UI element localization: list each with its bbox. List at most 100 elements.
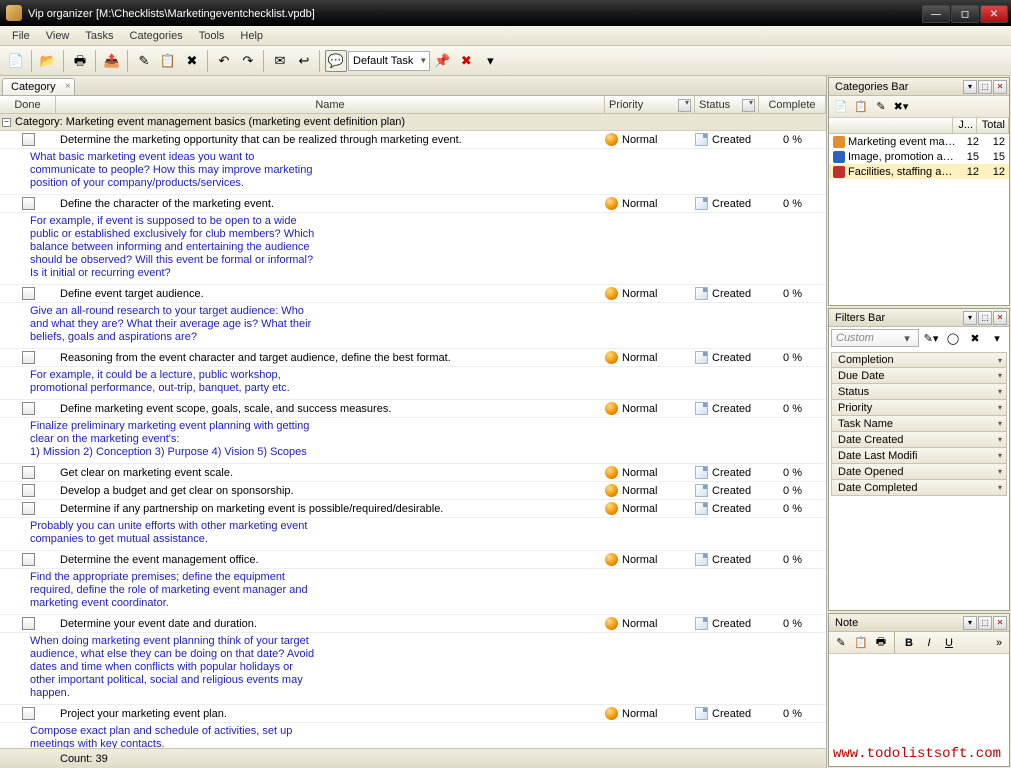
priority-icon (605, 707, 618, 720)
panel-close-button[interactable]: ✕ (993, 311, 1007, 325)
done-checkbox[interactable] (22, 553, 35, 566)
toolbar-export[interactable]: 📤 (101, 50, 123, 72)
filter-row[interactable]: Date Last Modifi (831, 448, 1007, 464)
toolbar-task-combo[interactable]: Default Task (348, 51, 430, 71)
column-name[interactable]: Name (56, 96, 605, 113)
menu-categories[interactable]: Categories (122, 28, 191, 44)
cat-new-button[interactable]: 📄 (832, 98, 850, 116)
category-row[interactable]: −Category: Marketing event management ba… (0, 114, 826, 131)
done-checkbox[interactable] (22, 466, 35, 479)
task-row[interactable]: Project your marketing event plan.Normal… (0, 705, 826, 723)
filter-row[interactable]: Date Created (831, 432, 1007, 448)
category-item[interactable]: Image, promotion and P1515 (829, 149, 1009, 164)
status-icon (695, 197, 708, 210)
filter-row[interactable]: Task Name (831, 416, 1007, 432)
panel-menu-button[interactable]: ▾ (963, 311, 977, 325)
panel-pin-button[interactable]: ⬚ (978, 311, 992, 325)
toolbar-open[interactable]: 📂 (37, 50, 59, 72)
maximize-button[interactable]: ◻ (951, 5, 979, 23)
filter-clear-button[interactable]: ◯ (944, 329, 962, 347)
task-row[interactable]: Define event target audience.NormalCreat… (0, 285, 826, 303)
priority-label: Normal (622, 198, 657, 210)
toolbar-clear[interactable]: ✖ (455, 50, 477, 72)
toolbar-dropdown[interactable]: ▾ (479, 50, 501, 72)
toolbar-edit[interactable]: ✎ (133, 50, 155, 72)
done-checkbox[interactable] (22, 197, 35, 210)
task-row[interactable]: Get clear on marketing event scale.Norma… (0, 464, 826, 482)
task-row[interactable]: Determine the marketing opportunity that… (0, 131, 826, 149)
cat-edit-button[interactable]: ✎ (872, 98, 890, 116)
done-checkbox[interactable] (22, 287, 35, 300)
category-icon (833, 166, 845, 178)
toolbar-comment[interactable]: 💬 (325, 50, 347, 72)
filter-row[interactable]: Status (831, 384, 1007, 400)
toolbar-print[interactable]: 🖶 (69, 50, 91, 72)
complete-pct: 0 % (759, 403, 826, 415)
cat-delete-button[interactable]: ✖▾ (892, 98, 910, 116)
done-checkbox[interactable] (22, 402, 35, 415)
task-name: Develop a budget and get clear on sponso… (56, 485, 605, 497)
done-checkbox[interactable] (22, 707, 35, 720)
panel-pin-button[interactable]: ⬚ (978, 616, 992, 630)
column-complete[interactable]: Complete (759, 96, 826, 113)
done-checkbox[interactable] (22, 502, 35, 515)
toolbar-redo[interactable]: ↷ (237, 50, 259, 72)
note-underline-button[interactable]: U (940, 634, 958, 652)
note-expand-button[interactable]: » (990, 634, 1008, 652)
toolbar-undo[interactable]: ↶ (213, 50, 235, 72)
task-row[interactable]: Determine your event date and duration.N… (0, 615, 826, 633)
task-row[interactable]: Reasoning from the event character and t… (0, 349, 826, 367)
column-priority[interactable]: Priority (605, 96, 695, 113)
toolbar-delete[interactable]: ✖ (181, 50, 203, 72)
note-copy-button[interactable]: 📋 (852, 634, 870, 652)
menu-view[interactable]: View (38, 28, 78, 44)
task-row[interactable]: Define the character of the marketing ev… (0, 195, 826, 213)
done-checkbox[interactable] (22, 133, 35, 146)
note-print-button[interactable]: 🖶 (872, 634, 890, 652)
filter-preset-combo[interactable]: Custom▾ (831, 329, 919, 347)
task-row[interactable]: Develop a budget and get clear on sponso… (0, 482, 826, 500)
menu-tools[interactable]: Tools (191, 28, 233, 44)
done-checkbox[interactable] (22, 484, 35, 497)
priority-label: Normal (622, 503, 657, 515)
category-item[interactable]: Marketing event manage1212 (829, 134, 1009, 149)
filter-row[interactable]: Priority (831, 400, 1007, 416)
note-bold-button[interactable]: B (900, 634, 918, 652)
panel-menu-button[interactable]: ▾ (963, 616, 977, 630)
toolbar-email[interactable]: ✉ (269, 50, 291, 72)
task-row[interactable]: Define marketing event scope, goals, sca… (0, 400, 826, 418)
menu-tasks[interactable]: Tasks (77, 28, 121, 44)
tab-category[interactable]: Category (2, 78, 75, 95)
close-button[interactable]: ✕ (980, 5, 1008, 23)
filter-row[interactable]: Completion (831, 352, 1007, 368)
panel-menu-button[interactable]: ▾ (963, 80, 977, 94)
toolbar-pin[interactable]: 📌 (431, 50, 453, 72)
filter-apply-button[interactable]: ✎▾ (922, 329, 940, 347)
note-italic-button[interactable]: I (920, 634, 938, 652)
category-item[interactable]: Facilities, staffing and tr1212 (829, 164, 1009, 179)
toolbar-reply[interactable]: ↩ (293, 50, 315, 72)
minimize-button[interactable]: — (922, 5, 950, 23)
filter-row[interactable]: Date Opened (831, 464, 1007, 480)
toolbar-copy[interactable]: 📋 (157, 50, 179, 72)
panel-close-button[interactable]: ✕ (993, 616, 1007, 630)
done-checkbox[interactable] (22, 617, 35, 630)
column-done[interactable]: Done (0, 96, 56, 113)
done-checkbox[interactable] (22, 351, 35, 364)
menu-file[interactable]: File (4, 28, 38, 44)
menu-help[interactable]: Help (232, 28, 271, 44)
filter-row[interactable]: Date Completed (831, 480, 1007, 496)
task-row[interactable]: Determine if any partnership on marketin… (0, 500, 826, 518)
panel-close-button[interactable]: ✕ (993, 80, 1007, 94)
task-row[interactable]: Determine the event management office.No… (0, 551, 826, 569)
filter-more-button[interactable]: ▾ (988, 329, 1006, 347)
panel-pin-button[interactable]: ⬚ (978, 80, 992, 94)
toolbar-new-dropdown[interactable]: 📄 (5, 50, 27, 72)
collapse-icon[interactable]: − (2, 118, 11, 127)
column-status[interactable]: Status (695, 96, 759, 113)
filter-row[interactable]: Due Date (831, 368, 1007, 384)
note-edit-button[interactable]: ✎ (832, 634, 850, 652)
categories-toolbar: 📄 📋 ✎ ✖▾ (829, 96, 1009, 118)
cat-tree-button[interactable]: 📋 (852, 98, 870, 116)
filter-delete-button[interactable]: ✖ (966, 329, 984, 347)
